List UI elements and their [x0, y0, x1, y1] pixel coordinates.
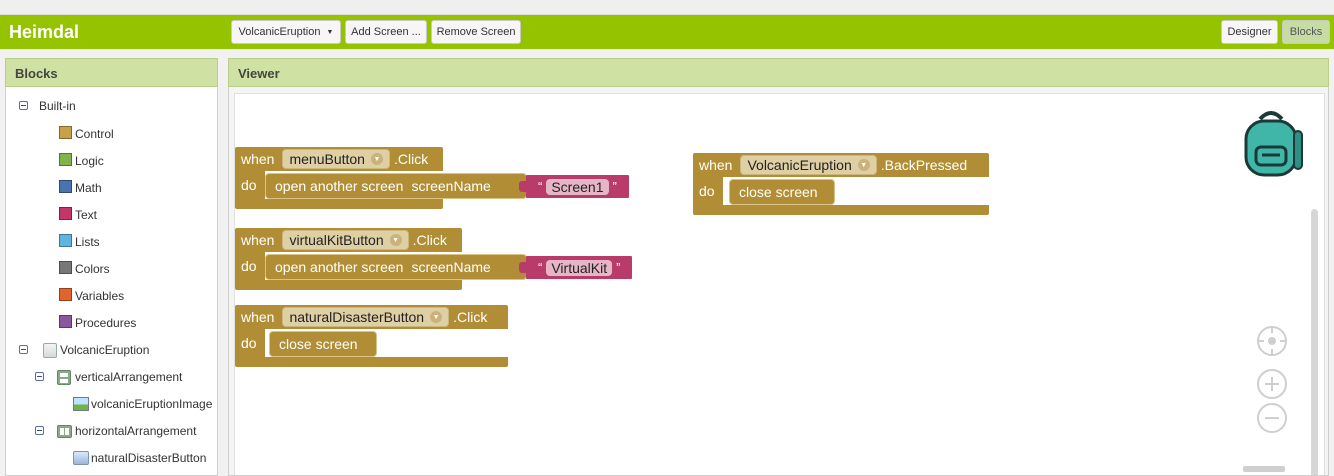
- app-toolbar: Heimdal VolcanicEruption ▼ Add Screen ..…: [0, 15, 1334, 49]
- tree-item-label: Control: [75, 127, 114, 141]
- chevron-down-icon: ▼: [857, 159, 870, 171]
- horizontal-arrangement-icon: [57, 424, 72, 438]
- tree-item-lists[interactable]: Lists: [59, 232, 100, 252]
- event-footer: [235, 199, 443, 209]
- tree-item-colors[interactable]: Colors: [59, 259, 110, 279]
- collapse-toggle-screen[interactable]: [19, 345, 28, 354]
- open-another-screen-block[interactable]: open another screen screenName: [265, 254, 527, 280]
- vertical-scrollbar[interactable]: [1311, 209, 1318, 475]
- tree-item-label: Logic: [75, 154, 104, 168]
- tree-item-text[interactable]: Text: [59, 205, 97, 225]
- tree-item-control[interactable]: Control: [59, 124, 114, 144]
- vertical-arrangement-icon: [57, 369, 71, 385]
- blocks-button[interactable]: Blocks: [1282, 20, 1330, 44]
- collapse-toggle-horizontal[interactable]: [35, 426, 44, 435]
- control-color-swatch: [59, 125, 72, 139]
- add-screen-button[interactable]: Add Screen ...: [345, 20, 427, 44]
- tree-item-label: naturalDisasterButton: [91, 451, 207, 465]
- screen-select-label: VolcanicEruption: [238, 26, 321, 38]
- math-color-swatch: [59, 179, 72, 193]
- viewer-panel: when menuButton ▼ .Click do open another …: [228, 87, 1329, 476]
- collapse-toggle-vertical[interactable]: [35, 372, 44, 381]
- tree-item-button[interactable]: naturalDisasterButton: [73, 448, 206, 468]
- text-string-block[interactable]: “ Screen1 ”: [519, 175, 629, 198]
- trash-can-icon[interactable]: [1243, 466, 1285, 472]
- chevron-down-icon: ▼: [370, 153, 383, 165]
- tree-item-math[interactable]: Math: [59, 178, 102, 198]
- do-label: do: [241, 258, 257, 274]
- variables-color-swatch: [59, 287, 72, 301]
- tree-item-label: Procedures: [75, 316, 137, 330]
- when-label: when: [699, 157, 733, 173]
- tree-item-label: Text: [75, 208, 98, 222]
- tree-item-screen[interactable]: VolcanicEruption: [43, 340, 149, 360]
- event-name: .Click: [412, 232, 447, 248]
- viewer-header: Viewer: [228, 58, 1329, 87]
- tree-item-label: Colors: [75, 262, 110, 276]
- collapse-toggle-builtin[interactable]: [19, 101, 28, 110]
- event-header: when virtualKitButton ▼ .Click: [235, 228, 462, 252]
- logic-color-swatch: [59, 152, 72, 166]
- tree-item-logic[interactable]: Logic: [59, 151, 104, 171]
- close-screen-block[interactable]: close screen: [729, 179, 835, 205]
- tree-item-vertical-arrangement[interactable]: verticalArrangement: [57, 367, 182, 387]
- tree-item-horizontal-arrangement[interactable]: horizontalArrangement: [57, 421, 196, 441]
- tree-item-built-in[interactable]: Built-in: [39, 96, 76, 116]
- when-label: when: [241, 151, 275, 167]
- backpack-icon[interactable]: [1238, 107, 1304, 184]
- blocks-panel-header: Blocks: [5, 58, 218, 87]
- text-color-swatch: [59, 206, 72, 220]
- event-footer: [693, 205, 989, 215]
- tree-item-label: Variables: [75, 289, 125, 303]
- remove-screen-button[interactable]: Remove Screen: [431, 20, 521, 44]
- event-header: when VolcanicEruption ▼ .BackPressed: [693, 153, 989, 177]
- event-header: when naturalDisasterButton ▼ .Click: [235, 305, 508, 329]
- event-name: .Click: [393, 151, 429, 167]
- designer-button[interactable]: Designer: [1221, 20, 1278, 44]
- close-screen-block[interactable]: close screen: [269, 331, 377, 357]
- component-dropdown[interactable]: virtualKitButton ▼: [282, 230, 409, 250]
- event-footer: [235, 357, 508, 367]
- tree-item-label: verticalArrangement: [75, 370, 183, 384]
- tree-item-label: horizontalArrangement: [75, 424, 197, 438]
- tree-item-image[interactable]: volcanicEruptionImage: [73, 394, 212, 414]
- when-label: when: [241, 232, 275, 248]
- tree-item-label: Lists: [75, 235, 100, 249]
- tree-item-label: VolcanicEruption: [60, 343, 150, 357]
- component-dropdown[interactable]: VolcanicEruption ▼: [740, 155, 877, 175]
- event-name: .Click: [453, 309, 488, 325]
- component-dropdown[interactable]: menuButton ▼: [282, 149, 390, 169]
- tree-item-label: Math: [75, 181, 102, 195]
- zoom-out-icon[interactable]: [1257, 403, 1287, 433]
- blocks-tree-panel: Built-in Control Logic Math Text Lists Colors…: [5, 87, 218, 476]
- chevron-down-icon: ▼: [389, 234, 402, 246]
- open-another-screen-block[interactable]: open another screen screenName: [265, 173, 527, 199]
- procedures-color-swatch: [59, 314, 72, 328]
- zoom-in-icon[interactable]: [1257, 369, 1287, 399]
- browser-top-strip: [0, 0, 1334, 15]
- image-icon: [73, 397, 89, 411]
- tree-item-procedures[interactable]: Procedures: [59, 313, 136, 333]
- do-label: do: [699, 183, 715, 199]
- do-label: do: [241, 177, 257, 193]
- event-footer: [235, 280, 462, 290]
- chevron-down-icon: ▼: [326, 28, 334, 36]
- tree-item-variables[interactable]: Variables: [59, 286, 124, 306]
- button-icon: [73, 451, 89, 465]
- text-string-block[interactable]: “ VirtualKit ”: [519, 256, 633, 279]
- colors-color-swatch: [59, 260, 72, 274]
- tree-item-label: volcanicEruptionImage: [91, 397, 213, 411]
- screen-icon: [43, 342, 57, 358]
- screen-select-dropdown[interactable]: VolcanicEruption ▼: [231, 20, 341, 44]
- event-name: .BackPressed: [880, 157, 968, 173]
- component-dropdown[interactable]: naturalDisasterButton ▼: [282, 307, 450, 327]
- blocks-workspace[interactable]: when menuButton ▼ .Click do open another …: [234, 93, 1325, 475]
- event-header: when menuButton ▼ .Click: [235, 147, 443, 171]
- lists-color-swatch: [59, 233, 72, 247]
- do-label: do: [241, 335, 257, 351]
- app-title: Heimdal: [9, 22, 80, 42]
- chevron-down-icon: ▼: [430, 311, 443, 323]
- recenter-icon[interactable]: [1257, 326, 1287, 356]
- when-label: when: [241, 309, 275, 325]
